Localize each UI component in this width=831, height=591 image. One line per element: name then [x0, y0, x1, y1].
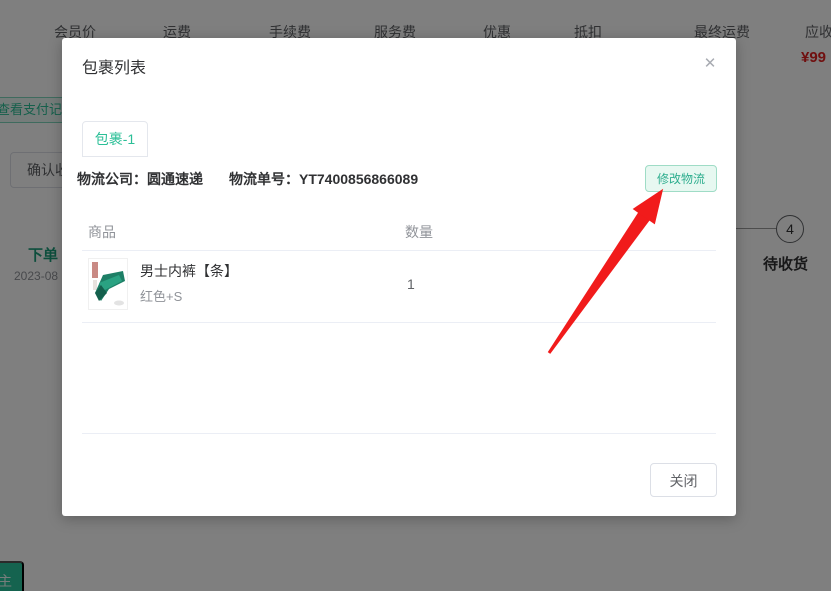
product-quantity: 1 [407, 276, 415, 292]
logistics-info: 物流公司：圆通速递 物流单号：YT7400856866089 [77, 169, 418, 189]
table-row-divider [82, 322, 716, 323]
package-list-dialog: 包裹列表 ✕ 包裹-1 物流公司：圆通速递 物流单号：YT74008568660… [62, 38, 736, 516]
logistics-tracking-number: 物流单号：YT7400856866089 [229, 169, 418, 189]
product-spec: 红色+S [140, 286, 182, 305]
table-header-product: 商品 [88, 222, 116, 242]
tab-package-1[interactable]: 包裹-1 [82, 121, 148, 157]
logistics-company: 物流公司：圆通速递 [77, 169, 203, 189]
modify-logistics-button[interactable]: 修改物流 [645, 165, 717, 192]
close-button[interactable]: 关闭 [650, 463, 717, 497]
table-header-quantity: 数量 [405, 222, 433, 242]
table-header-divider [82, 250, 716, 251]
screen: 会员价 运费 手续费 服务费 优惠 抵扣 最终运费 应收金额 ¥99 查看支付记… [0, 0, 831, 591]
close-icon[interactable]: ✕ [700, 54, 720, 74]
product-image [88, 258, 128, 310]
product-name: 男士内裤【条】 [140, 261, 238, 281]
dialog-title: 包裹列表 [82, 54, 146, 78]
product-image-drawing [89, 259, 127, 309]
table-bottom-divider [82, 433, 716, 434]
